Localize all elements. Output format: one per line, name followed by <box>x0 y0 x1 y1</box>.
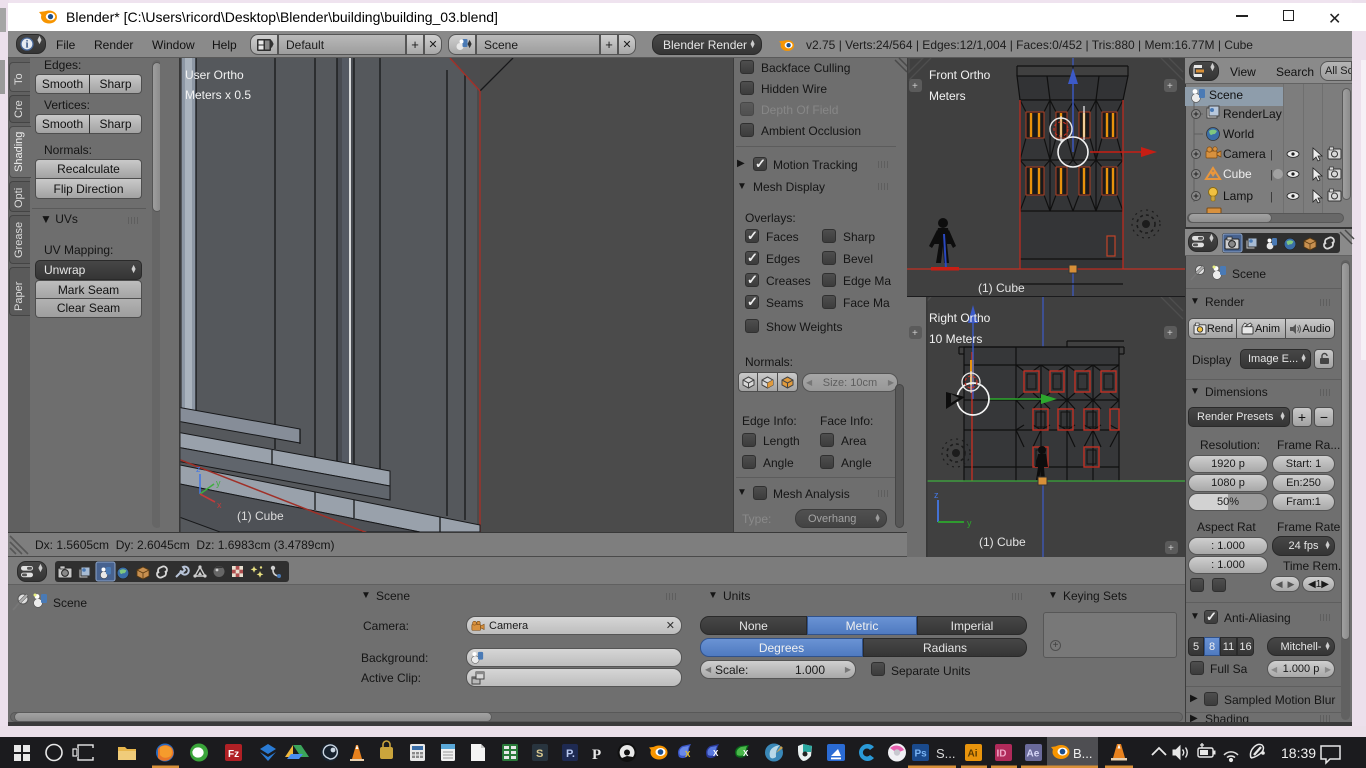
svg-text:Camera: Camera <box>1223 147 1266 161</box>
svg-text:i: i <box>26 40 29 51</box>
svg-text:X: X <box>743 749 749 758</box>
svg-text:Cube: Cube <box>1223 167 1252 181</box>
svg-text:+: + <box>912 328 918 339</box>
svg-text:(1) Cube: (1) Cube <box>979 535 1026 549</box>
svg-text:(1) Cube: (1) Cube <box>978 281 1025 295</box>
svg-text:|: | <box>1270 191 1273 203</box>
svg-text:World: World <box>1223 127 1254 141</box>
svg-text:z: z <box>934 490 939 500</box>
svg-text:y: y <box>216 478 221 488</box>
svg-text:P.: P. <box>566 748 575 760</box>
svg-text:|: | <box>1270 169 1273 181</box>
svg-text:P: P <box>592 747 601 763</box>
svg-text:|: | <box>1270 149 1273 161</box>
svg-text:ID: ID <box>997 749 1007 760</box>
svg-text:+: + <box>912 81 918 92</box>
svg-text:Right Ortho: Right Ortho <box>929 311 991 325</box>
svg-text:Lamp: Lamp <box>1223 189 1253 203</box>
svg-text:(1) Cube: (1) Cube <box>237 509 284 523</box>
svg-text:X: X <box>685 750 691 759</box>
svg-text:Ae: Ae <box>1027 749 1040 760</box>
svg-text:+: + <box>1167 328 1173 339</box>
svg-text:+: + <box>1168 543 1174 554</box>
svg-text:Scene: Scene <box>1209 88 1243 102</box>
svg-text:y: y <box>967 518 972 528</box>
svg-text:z: z <box>196 464 201 474</box>
svg-text:Ps: Ps <box>915 749 928 760</box>
svg-text:Front Ortho: Front Ortho <box>929 68 991 82</box>
svg-text:Meters: Meters <box>929 89 966 103</box>
svg-text:10 Meters: 10 Meters <box>929 332 982 346</box>
svg-text:+: + <box>1167 81 1173 92</box>
svg-text:Fz: Fz <box>228 749 239 760</box>
svg-text:18:39: 18:39 <box>1281 745 1316 761</box>
svg-text:B...: B... <box>1073 746 1093 761</box>
svg-text:S: S <box>536 748 543 760</box>
svg-text:Meters x 0.5: Meters x 0.5 <box>185 88 251 102</box>
svg-text:Ai: Ai <box>968 749 978 760</box>
svg-text:RenderLay: RenderLay <box>1223 107 1282 121</box>
svg-text:S...: S... <box>936 746 956 761</box>
svg-text:User Ortho: User Ortho <box>185 68 244 82</box>
svg-text:x: x <box>217 500 222 510</box>
svg-text:X: X <box>713 749 719 758</box>
